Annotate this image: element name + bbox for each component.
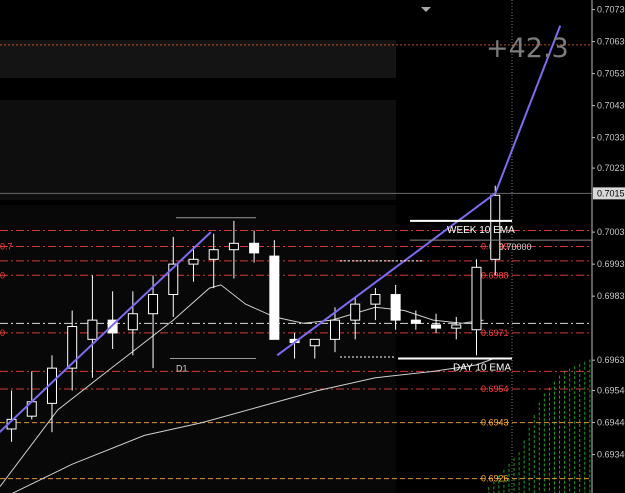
tick-label: 0.70530 (597, 69, 625, 79)
tick-label: 0.70630 (597, 37, 625, 47)
tick-label: 0.70035 (597, 227, 625, 237)
candle-bear (269, 255, 280, 340)
level-value-label: 0.70000 (499, 242, 532, 252)
tick-label: 0.70330 (597, 133, 625, 143)
level-label: 0.6926 (481, 474, 509, 484)
tick-label: 0.70235 (597, 163, 625, 173)
candle-bull (451, 324, 462, 329)
candle-bull (148, 294, 159, 315)
price-chart: 0.69990.69880.69710.69540.69430.6926 +42… (0, 0, 625, 493)
tick-label: 0.70730 (597, 5, 625, 15)
shade-panel (0, 100, 396, 200)
tick-label: 0.69440 (597, 418, 625, 428)
candle-bull (350, 303, 361, 321)
candle-bull (329, 319, 340, 340)
candle-bull (471, 266, 482, 331)
candle-bear (431, 324, 442, 329)
tick-label: 0.69835 (597, 291, 625, 301)
candle-bull (87, 319, 98, 340)
candle-bear (249, 242, 260, 254)
level-label: 0.6971 (481, 328, 509, 338)
candle-bull (67, 326, 78, 369)
candle-bull (228, 242, 239, 251)
candle-bull (188, 258, 199, 265)
tick-label: 0.69635 (597, 355, 625, 365)
current-price-label: 0.70156 (597, 188, 625, 198)
candle-bear (390, 294, 401, 321)
d1-label: D1 (176, 364, 188, 374)
candle-bull (370, 294, 381, 305)
candle-bull (127, 313, 138, 331)
day-ema-label: DAY 10 EMA (453, 363, 511, 374)
left-edge-label: 0 (0, 270, 5, 280)
shade-panel (0, 40, 396, 78)
left-edge-label: 0 (0, 328, 5, 338)
week-ema-label: WEEK 10 EMA (447, 225, 515, 236)
tick-label: 0.69340 (597, 450, 625, 460)
tick-label: 0.70430 (597, 101, 625, 111)
pip-gain-text: +42.3 (486, 33, 569, 64)
level-label: 0.6943 (481, 418, 509, 428)
tick-label: 0.69540 (597, 386, 625, 396)
tick-label: 0.69935 (597, 259, 625, 269)
candle-bull (208, 249, 219, 260)
shade-panel (0, 205, 396, 493)
level-label: 0.6954 (481, 384, 509, 394)
price-axis: 0.70730 0.70630 0.70530 0.70430 0.70330 0.702… (591, 0, 625, 493)
left-edge-label: 0.7 (0, 242, 13, 252)
candle-bear (410, 319, 421, 324)
candle-bull (309, 338, 320, 347)
chart-window: 0.69990.69880.69710.69540.69430.6926 +42… (0, 0, 625, 493)
